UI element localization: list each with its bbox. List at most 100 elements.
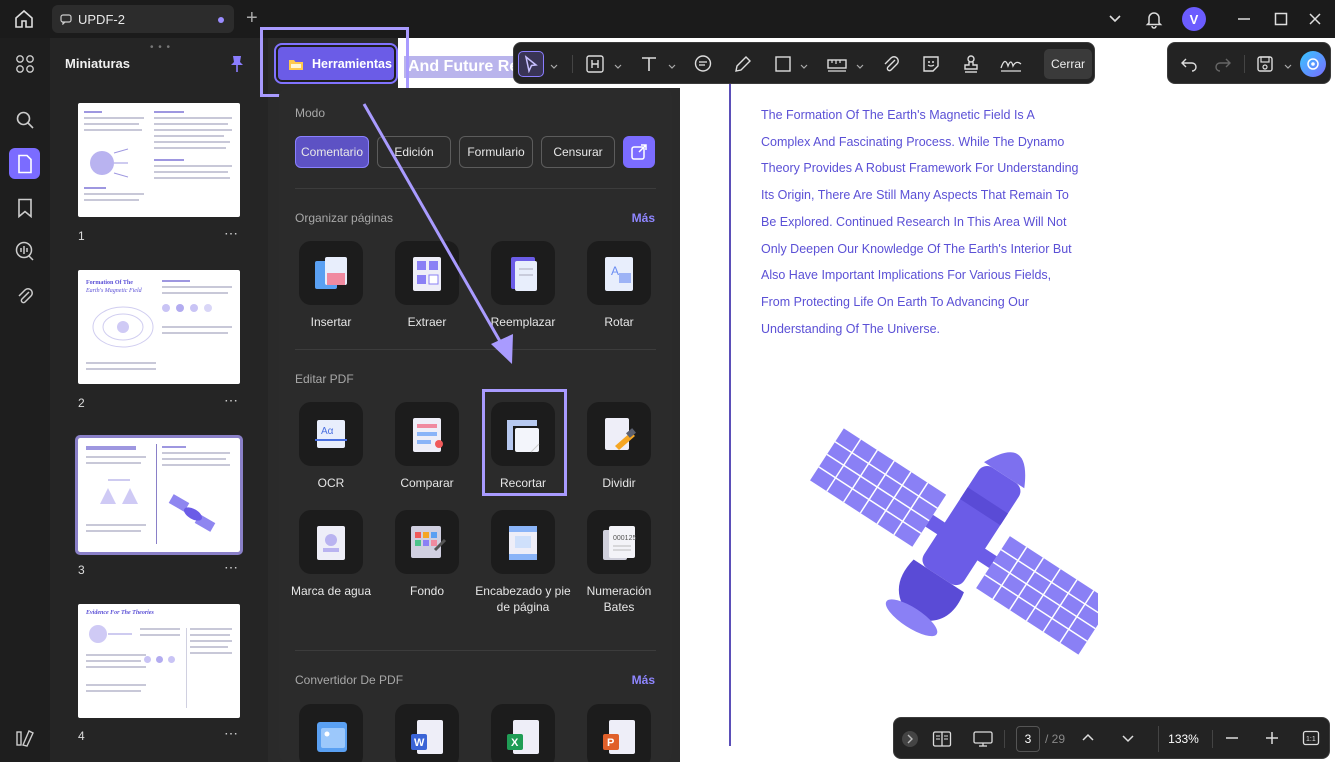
text-box-icon[interactable] — [582, 51, 608, 77]
ocr-icon[interactable]: Aα — [299, 402, 363, 466]
thumbnail-more-button[interactable]: ⋯ — [224, 559, 239, 576]
new-tab-icon[interactable]: + — [246, 8, 258, 28]
bookmark-icon[interactable] — [9, 192, 40, 223]
redo-icon[interactable] — [1210, 51, 1236, 77]
stamp-icon[interactable] — [958, 51, 984, 77]
crop-tool-highlight — [482, 389, 567, 496]
maximize-icon[interactable] — [1272, 7, 1290, 31]
thumbnail-page-number: 4 — [78, 729, 85, 743]
minimize-icon[interactable] — [1235, 7, 1253, 31]
open-external-icon[interactable] — [623, 136, 655, 168]
rectangle-shape-icon[interactable] — [770, 51, 796, 77]
next-page-icon[interactable] — [1120, 730, 1138, 748]
replace-pages-icon[interactable] — [491, 241, 555, 305]
panel-drag-handle[interactable]: • • • — [150, 42, 171, 53]
chevron-down-icon[interactable] — [1284, 58, 1292, 69]
tool-label: Extraer — [407, 315, 447, 329]
watermark-icon[interactable] — [299, 510, 363, 574]
zoom-in-icon[interactable] — [1264, 730, 1282, 748]
insert-pages-icon[interactable] — [299, 241, 363, 305]
mode-form-button[interactable]: Formulario — [459, 136, 533, 168]
rotate-pages-icon[interactable]: A — [587, 241, 651, 305]
attachment-icon[interactable] — [9, 280, 40, 311]
text-line: Also Have Important Implications For Var… — [761, 268, 1052, 283]
ai-chat-icon[interactable] — [9, 235, 40, 266]
thumbnail-heading: Earth's Magnetic Field — [86, 288, 142, 294]
collapse-arrow-icon[interactable] — [902, 731, 918, 747]
thumbnail-more-button[interactable]: ⋯ — [224, 225, 239, 242]
pdf-to-excel-icon[interactable]: X — [491, 704, 555, 762]
section-divider — [295, 349, 656, 350]
text-tool-icon[interactable] — [636, 51, 662, 77]
apps-grid-icon[interactable] — [9, 48, 40, 79]
tools-button[interactable]: Herramientas — [274, 43, 398, 84]
svg-text:000125: 000125 — [613, 535, 636, 542]
presentation-icon[interactable] — [972, 730, 993, 748]
paperclip-icon[interactable] — [878, 51, 904, 77]
undo-icon[interactable] — [1176, 51, 1202, 77]
page-paragraph[interactable]: The Formation Of The Earth's Magnetic Fi… — [761, 102, 1101, 342]
pdf-to-image-icon[interactable] — [299, 704, 363, 762]
tool-label: Reemplazar — [490, 315, 556, 329]
chevron-down-icon[interactable] — [550, 58, 558, 69]
tool-label: Numeración Bates — [586, 584, 652, 614]
pdf-to-powerpoint-icon[interactable]: P — [587, 704, 651, 762]
background-icon[interactable] — [395, 510, 459, 574]
section-divider — [295, 650, 656, 651]
header-footer-icon[interactable] — [491, 510, 555, 574]
chevron-down-icon[interactable] — [1106, 7, 1124, 31]
bates-numbering-icon[interactable]: 000125 — [587, 510, 651, 574]
save-icon[interactable] — [1252, 51, 1278, 77]
current-page-input[interactable]: 3 — [1016, 726, 1040, 752]
page-thumbnail-2[interactable]: Formation Of The Earth's Magnetic Field — [78, 270, 240, 384]
zoom-level[interactable]: 133% — [1158, 726, 1208, 752]
page-thumbnail-3[interactable] — [75, 435, 243, 555]
text-line: Understanding Of The Universe. — [761, 321, 941, 336]
page-layout-icon[interactable] — [932, 730, 952, 748]
document-tab[interactable]: UPDF-2 — [52, 5, 234, 33]
extract-pages-icon[interactable] — [395, 241, 459, 305]
pin-icon[interactable] — [230, 55, 244, 73]
history-toolbar — [1167, 42, 1331, 84]
signature-icon[interactable] — [998, 51, 1024, 77]
bell-icon[interactable] — [1144, 7, 1164, 31]
actual-size-icon[interactable]: 1:1 — [1302, 730, 1320, 748]
mode-redact-button[interactable]: Censurar — [541, 136, 615, 168]
chevron-down-icon[interactable] — [668, 58, 676, 69]
chevron-down-icon[interactable] — [856, 58, 864, 69]
zoom-out-icon[interactable] — [1224, 730, 1242, 748]
chevron-down-icon[interactable] — [614, 58, 622, 69]
ai-assistant-icon[interactable] — [1300, 51, 1326, 77]
measure-icon[interactable] — [824, 51, 850, 77]
page-thumbnail-1[interactable] — [78, 103, 240, 217]
sticker-icon[interactable] — [918, 51, 944, 77]
pdf-page[interactable]: The Formation Of The Earth's Magnetic Fi… — [680, 38, 1335, 762]
compare-icon[interactable] — [395, 402, 459, 466]
layers-icon[interactable] — [9, 722, 40, 753]
thumbnails-icon[interactable] — [9, 148, 40, 179]
tool-label: Rotar — [604, 315, 634, 329]
comment-bubble-icon[interactable] — [690, 51, 716, 77]
highlighter-icon[interactable] — [730, 51, 756, 77]
organize-more-link[interactable]: Más — [632, 211, 655, 225]
mode-comment-button[interactable]: Comentario — [295, 136, 369, 168]
svg-text:X: X — [511, 737, 519, 749]
thumbnail-more-button[interactable]: ⋯ — [224, 392, 239, 409]
close-window-icon[interactable] — [1306, 7, 1324, 31]
thumbnail-more-button[interactable]: ⋯ — [224, 725, 239, 742]
close-tools-button[interactable]: Cerrar — [1044, 49, 1092, 79]
mode-edit-button[interactable]: Edición — [377, 136, 451, 168]
thumbnail-page-number: 3 — [78, 563, 85, 577]
home-icon[interactable] — [12, 8, 36, 30]
user-avatar[interactable]: V — [1182, 7, 1206, 31]
converter-more-link[interactable]: Más — [632, 673, 655, 687]
page-thumbnail-4[interactable]: Evidence For The Theories — [78, 604, 240, 718]
chevron-down-icon[interactable] — [800, 58, 808, 69]
pdf-to-word-icon[interactable]: W — [395, 704, 459, 762]
split-icon[interactable] — [587, 402, 651, 466]
select-cursor-icon[interactable] — [518, 51, 544, 77]
converter-section-title: Convertidor De PDF — [295, 673, 404, 687]
search-icon[interactable] — [9, 104, 40, 135]
previous-page-icon[interactable] — [1080, 730, 1098, 748]
folder-icon — [289, 59, 303, 70]
